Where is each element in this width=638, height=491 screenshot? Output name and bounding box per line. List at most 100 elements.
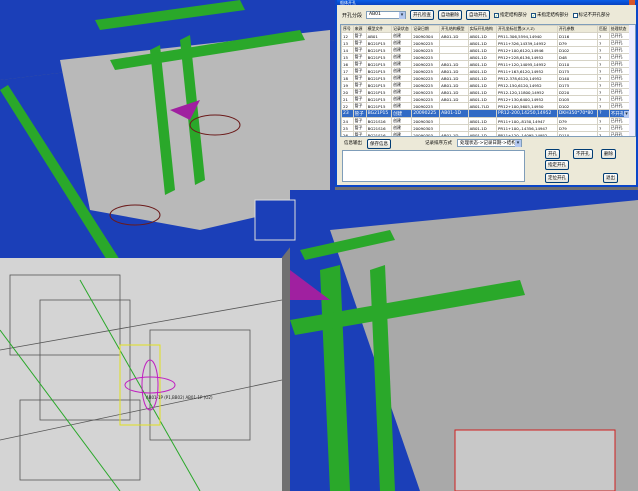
table-cell: BG21P15 xyxy=(365,67,393,75)
column-header[interactable]: 实际开孔结构 xyxy=(467,25,498,33)
table-cell: AB01-7LD xyxy=(467,102,498,110)
table-cell: BG21P15 xyxy=(365,60,393,68)
delete-button[interactable]: 删除 xyxy=(601,149,616,159)
table-cell: 已开孔 xyxy=(608,81,630,89)
table-cell: AB01-1D xyxy=(439,95,469,103)
table-cell: AB01-1D xyxy=(467,95,498,103)
table-cell: AB01-1D xyxy=(467,53,498,61)
table-cell: 26 xyxy=(341,131,354,136)
column-header[interactable]: 模型文件 xyxy=(365,25,393,33)
table-cell: AB01-1D xyxy=(467,81,498,89)
table-cell: 20090225 xyxy=(411,60,441,68)
table-cell: PR11+100,-14356,14947 xyxy=(496,124,558,132)
table-row[interactable]: 24 管子 BG21S16 创建 20090303 AB01-1D PR11+100,-81… xyxy=(341,117,631,125)
table-cell: PR12+100,5605,14950 xyxy=(496,102,558,110)
info-output-area[interactable] xyxy=(342,150,525,182)
table-cell: AB01-1D xyxy=(467,46,498,54)
table-cell: D220 xyxy=(556,88,599,96)
table-cell xyxy=(439,39,469,47)
table-cell: ? xyxy=(597,124,610,132)
column-header[interactable]: 序号 xyxy=(341,25,354,33)
table-cell: D175 xyxy=(556,67,599,75)
specify-hole-button[interactable]: 指定开孔 xyxy=(545,160,569,170)
table-row[interactable]: 25 管子 BG21S16 创建 20090303 AB01-1D PR11+100,-14… xyxy=(341,124,631,132)
save-info-button[interactable]: 保存信息 xyxy=(367,139,391,149)
table-cell: 14 xyxy=(341,46,354,54)
column-header[interactable]: 匹配 xyxy=(597,25,610,33)
table-cell: 25 xyxy=(341,124,354,132)
table-cell: 20090225 xyxy=(411,39,441,47)
hole-records-table[interactable]: 序号 来源 模型文件 记录状态 记录日期 开孔结构模型 实际开孔结构 开孔坐标位置(X,Y,Z… xyxy=(340,24,636,137)
table-cell: AB01-1D xyxy=(439,88,469,96)
table-cell: AB01-1D xyxy=(439,67,469,75)
column-header[interactable]: 开孔结构模型 xyxy=(439,25,469,33)
column-header[interactable]: 开孔坐标位置(X,Y,Z) xyxy=(496,25,558,33)
column-header[interactable]: 记录日期 xyxy=(411,25,441,33)
table-cell: BG21S16 xyxy=(365,117,393,125)
auto-delete-button[interactable]: 自动删除 xyxy=(438,10,463,20)
column-header[interactable]: 来源 xyxy=(352,25,367,33)
table-cell: PR11+326,14339,14952 xyxy=(496,39,558,47)
table-row[interactable]: 19 管子 BG21P15 创建 20090225 AB01-1D AB01-1D PR12-… xyxy=(341,81,631,89)
table-cell: AB01-1D xyxy=(467,60,498,68)
table-row[interactable]: 20 管子 BG21P15 创建 20090225 AB01-1D AB01-1D PR12-… xyxy=(341,88,631,96)
table-row[interactable]: 16 管子 BG21P15 创建 20090225 AB01-1D AB01-1D PR11+… xyxy=(341,60,631,68)
no-hole-button[interactable]: 不开孔 xyxy=(573,149,593,159)
table-scrollbar[interactable] xyxy=(629,25,635,136)
table-row[interactable]: 13 管子 BG21P15 创建 20090225 AB01-1D PR11+326,143… xyxy=(341,39,631,47)
table-row[interactable]: 22 管子 BG21P15 创建 20090225 AB01-7LD PR12+100,56… xyxy=(341,102,631,110)
hole-button[interactable]: 开孔 xyxy=(545,149,560,159)
table-row[interactable]: 14 管子 BG21P15 创建 20090225 AB01-1D PR12+100,612… xyxy=(341,46,631,54)
table-cell: 15 xyxy=(341,53,354,61)
checkbox-unspecified[interactable]: ✓ 未指定结构部分 xyxy=(531,12,569,18)
table-cell: 21 xyxy=(341,95,354,103)
table-cell: 已开孔 xyxy=(608,88,630,96)
column-header[interactable]: 记录状态 xyxy=(391,25,413,33)
table-cell: 已开孔 xyxy=(608,95,630,103)
column-header[interactable]: 开孔参数 xyxy=(556,25,599,33)
table-row[interactable]: 12 管子 AB01 创建 20090304 AB01-1D AB01-1D PR11-306… xyxy=(341,32,631,40)
table-cell: ? xyxy=(597,74,610,82)
table-row[interactable]: 15 管子 BG21P15 创建 20090225 AB01-1D PR12+228,613… xyxy=(341,53,631,61)
table-cell: ? xyxy=(597,67,610,75)
table-cell: PR12-120,11800,14952 xyxy=(496,88,558,96)
exit-button[interactable]: 退出 xyxy=(603,173,618,183)
sort-select[interactable]: 处理状态->记录日期->结构 xyxy=(457,139,522,147)
table-cell: 管子 xyxy=(352,46,367,54)
table-row[interactable]: 21 管子 BG21P15 创建 20090225 AB01-1D AB01-1D PR12+… xyxy=(341,95,631,103)
table-row[interactable]: 17 管子 BG21P15 创建 20090225 AB01-1D AB01-1D PR11+… xyxy=(341,67,631,75)
table-cell: ? xyxy=(597,88,610,96)
table-row[interactable]: 26 管子 BG21S16 创建 20090303 AB01-1D AB01-1D PR11+… xyxy=(341,131,631,136)
close-icon[interactable] xyxy=(629,0,635,5)
table-cell: D140 xyxy=(556,74,599,82)
table-row[interactable]: 18 管子 BG21P15 创建 20090225 AB01-1D AB01-1D PR12-… xyxy=(341,74,631,82)
column-header[interactable]: 处理状态 xyxy=(608,25,630,33)
checkbox-mark-no-hole[interactable]: 标记不开孔部分 xyxy=(572,12,610,18)
table-cell: 20090225 xyxy=(411,102,441,110)
table-cell: PR12+130,6400,14952 xyxy=(496,95,558,103)
table-cell: D79 xyxy=(556,117,599,125)
table-cell: ? xyxy=(597,60,610,68)
table-cell: BG21P15 xyxy=(365,81,393,89)
table-cell: 已开孔 xyxy=(608,131,630,136)
table-cell: D105 xyxy=(556,95,599,103)
checkbox-specified[interactable]: ✓ 指定结构部分 xyxy=(494,12,527,18)
table-cell: 16 xyxy=(341,60,354,68)
table-cell: AB01-1D xyxy=(467,88,498,96)
locate-hole-button[interactable]: 定位开孔 xyxy=(545,173,569,183)
table-cell: BG21P15 xyxy=(365,74,393,82)
table-cell xyxy=(439,117,469,125)
table-row[interactable]: 23 管子 BG21P15 创建 20090225 AB01-1D PR12-200,142… xyxy=(341,109,631,118)
table-cell: 不开孔 xyxy=(608,109,630,118)
table-cell: 创建 xyxy=(391,67,413,75)
table-cell: AB01-1D xyxy=(467,124,498,132)
check-hole-button[interactable]: 开孔检查 xyxy=(410,10,435,20)
table-cell: AB01-1D xyxy=(439,74,469,82)
table-cell: 20 xyxy=(341,88,354,96)
auto-hole-button[interactable]: 自动开孔 xyxy=(466,10,491,20)
table-cell: PR11-306,5594,14940 xyxy=(496,32,558,40)
table-cell: D48 xyxy=(556,53,599,61)
dialog-title: 船体开孔 xyxy=(337,0,636,5)
wireframe-inset-view[interactable]: AB01-1P (P1,BB02) AB01-1P (O2) xyxy=(0,258,283,491)
hole-part-select[interactable]: AB01 xyxy=(366,11,407,19)
